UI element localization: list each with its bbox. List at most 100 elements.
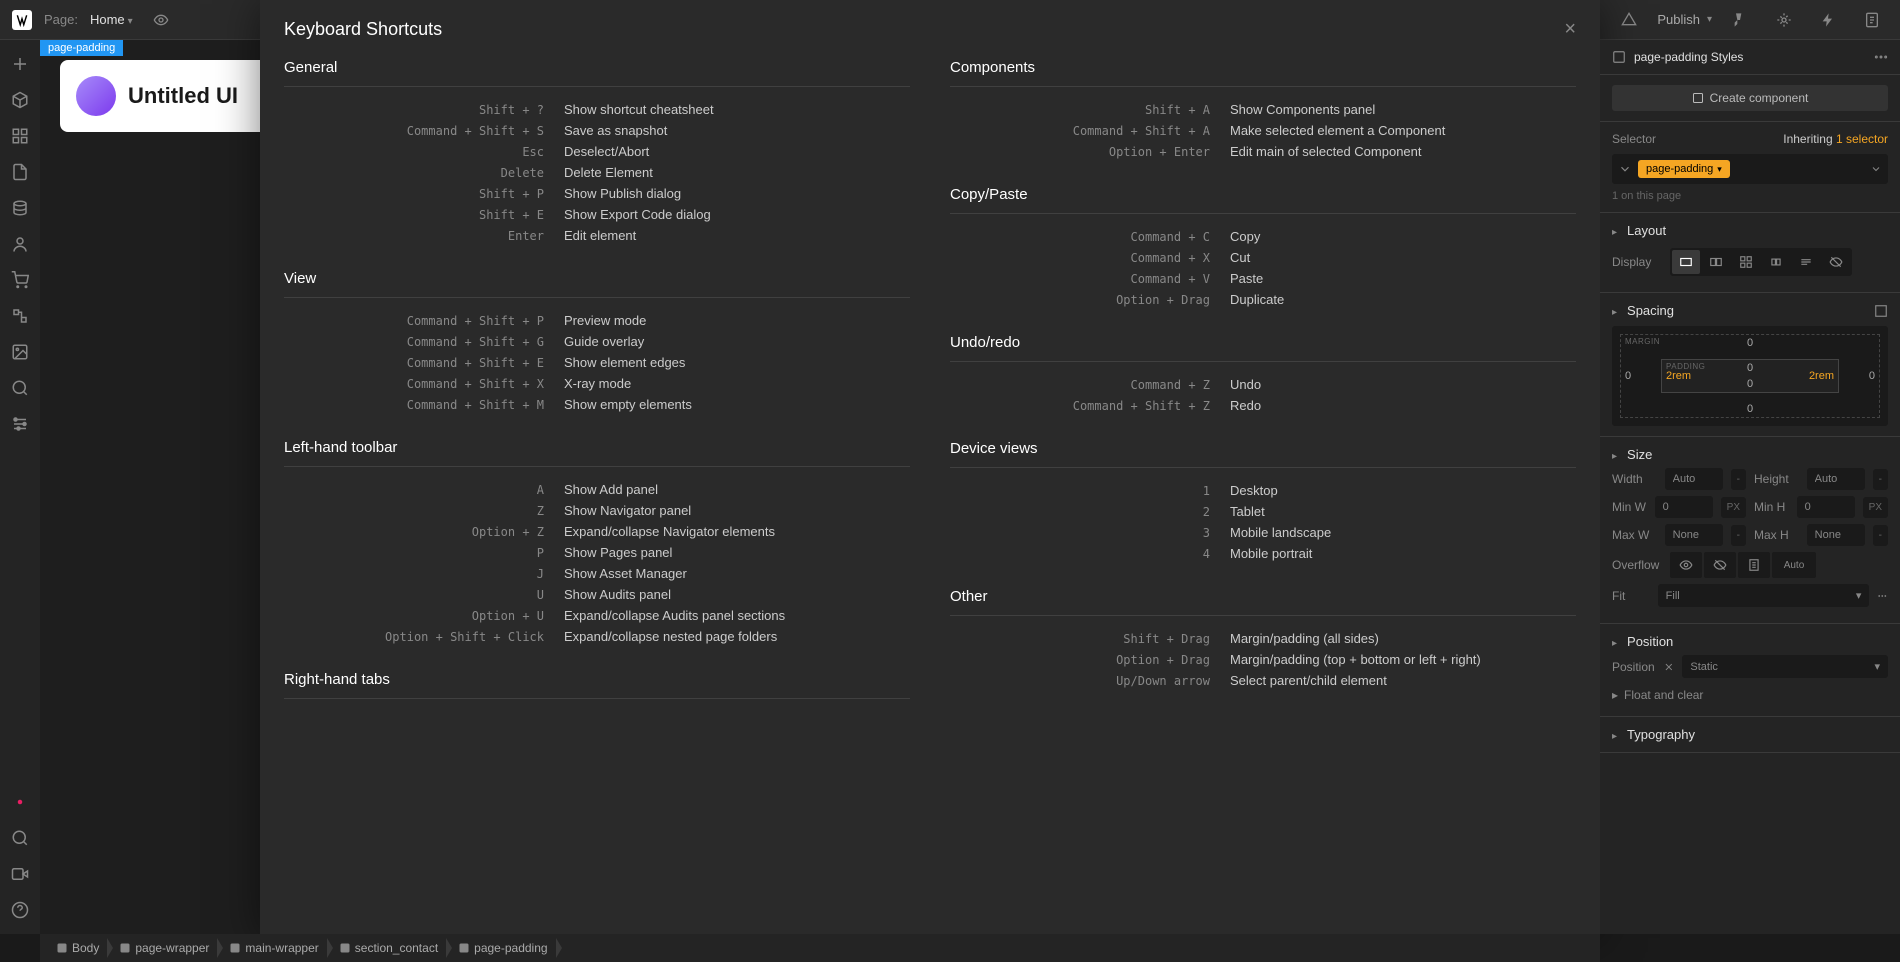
position-section-toggle[interactable]: Position bbox=[1612, 634, 1888, 649]
fit-more-icon[interactable] bbox=[1877, 589, 1888, 603]
navigator-icon[interactable] bbox=[4, 120, 36, 152]
assets-icon[interactable] bbox=[4, 336, 36, 368]
paint-icon[interactable] bbox=[1724, 4, 1756, 36]
overflow-auto-btn[interactable]: Auto bbox=[1772, 552, 1816, 578]
breadcrumb-item[interactable]: Body bbox=[48, 939, 107, 957]
chevron-down-icon[interactable] bbox=[1870, 163, 1882, 175]
minw-label: Min W bbox=[1612, 500, 1647, 514]
float-clear-toggle[interactable]: ▸Float and clear bbox=[1612, 684, 1888, 706]
position-select[interactable]: Static▾ bbox=[1682, 655, 1888, 678]
support-icon[interactable] bbox=[4, 894, 36, 926]
shortcut-keys: Command + Shift + G bbox=[284, 335, 564, 349]
selector-tag[interactable]: page-padding ▾ bbox=[1638, 160, 1730, 178]
shortcut-row: Option + EnterEdit main of selected Comp… bbox=[950, 141, 1576, 162]
height-input[interactable] bbox=[1807, 468, 1865, 490]
users-icon[interactable] bbox=[4, 228, 36, 260]
padding-top-val[interactable]: 0 bbox=[1747, 362, 1753, 374]
spacing-expand-icon[interactable] bbox=[1874, 304, 1888, 318]
typography-section-toggle[interactable]: Typography bbox=[1612, 727, 1888, 742]
selector-input[interactable]: page-padding ▾ bbox=[1612, 154, 1888, 184]
maxw-unit[interactable]: - bbox=[1731, 525, 1746, 546]
shortcut-description: Show Audits panel bbox=[564, 587, 671, 602]
shortcut-section: GeneralShift + ?Show shortcut cheatsheet… bbox=[284, 59, 910, 246]
create-component-button[interactable]: Create component bbox=[1612, 85, 1888, 111]
inheriting-text: Inheriting 1 selector bbox=[1783, 132, 1888, 146]
element-icon bbox=[229, 942, 241, 954]
padding-right-val[interactable]: 2rem bbox=[1809, 370, 1834, 382]
position-clear-icon[interactable] bbox=[1663, 659, 1675, 675]
maxw-input[interactable] bbox=[1665, 524, 1723, 546]
display-inline-block-btn[interactable] bbox=[1762, 250, 1790, 274]
logic-icon[interactable] bbox=[4, 300, 36, 332]
padding-left-val[interactable]: 2rem bbox=[1666, 370, 1691, 382]
staging-icon[interactable] bbox=[1613, 4, 1645, 36]
display-block-btn[interactable] bbox=[1672, 250, 1700, 274]
page-name-dropdown[interactable]: Home bbox=[90, 12, 133, 27]
minh-label: Min H bbox=[1754, 500, 1789, 514]
element-icon bbox=[458, 942, 470, 954]
publish-button[interactable]: Publish bbox=[1657, 12, 1712, 27]
preview-icon[interactable] bbox=[145, 4, 177, 36]
interactions-icon[interactable] bbox=[1812, 4, 1844, 36]
close-icon[interactable]: × bbox=[1564, 18, 1576, 41]
breadcrumb-item[interactable]: section_contact bbox=[331, 939, 446, 957]
margin-left-val[interactable]: 0 bbox=[1625, 370, 1631, 382]
shortcut-description: Expand/collapse nested page folders bbox=[564, 629, 777, 644]
padding-bottom-val[interactable]: 0 bbox=[1747, 378, 1753, 390]
minh-input[interactable] bbox=[1797, 496, 1855, 518]
display-none-btn[interactable] bbox=[1822, 250, 1850, 274]
spacing-section-toggle[interactable]: Spacing bbox=[1612, 303, 1674, 318]
ecommerce-icon[interactable] bbox=[4, 264, 36, 296]
overflow-hidden-btn[interactable] bbox=[1704, 552, 1736, 578]
pages-icon[interactable] bbox=[4, 156, 36, 188]
height-unit[interactable]: - bbox=[1873, 469, 1888, 490]
maxh-unit[interactable]: - bbox=[1873, 525, 1888, 546]
element-icon bbox=[339, 942, 351, 954]
shortcut-description: Margin/padding (top + bottom or left + r… bbox=[1230, 652, 1481, 667]
margin-bottom-val[interactable]: 0 bbox=[1747, 403, 1753, 415]
webflow-logo[interactable] bbox=[12, 10, 32, 30]
breadcrumb-item[interactable]: page-wrapper bbox=[111, 939, 217, 957]
display-inline-btn[interactable] bbox=[1792, 250, 1820, 274]
apps-icon[interactable] bbox=[4, 786, 36, 818]
width-input[interactable] bbox=[1665, 468, 1723, 490]
breadcrumb-item[interactable]: main-wrapper bbox=[221, 939, 326, 957]
minh-unit[interactable]: PX bbox=[1863, 497, 1888, 518]
shortcut-section: ViewCommand + Shift + PPreview modeComma… bbox=[284, 270, 910, 415]
overflow-visible-btn[interactable] bbox=[1670, 552, 1702, 578]
elements-icon[interactable] bbox=[4, 84, 36, 116]
audit-icon[interactable] bbox=[1856, 4, 1888, 36]
spacing-editor[interactable]: MARGIN 0 0 0 0 PADDING 0 0 2rem 2rem bbox=[1612, 326, 1888, 426]
margin-right-val[interactable]: 0 bbox=[1869, 370, 1875, 382]
breadcrumb-item[interactable]: page-padding bbox=[450, 939, 555, 957]
maxh-input[interactable] bbox=[1807, 524, 1865, 546]
display-flex-btn[interactable] bbox=[1702, 250, 1730, 274]
cms-icon[interactable] bbox=[4, 192, 36, 224]
minw-unit[interactable]: PX bbox=[1721, 497, 1746, 518]
margin-top-val[interactable]: 0 bbox=[1747, 337, 1753, 349]
maxh-label: Max H bbox=[1754, 528, 1799, 542]
shortcut-description: Desktop bbox=[1230, 483, 1278, 498]
shortcut-description: Margin/padding (all sides) bbox=[1230, 631, 1379, 646]
overflow-scroll-btn[interactable] bbox=[1738, 552, 1770, 578]
search-icon[interactable] bbox=[4, 372, 36, 404]
element-type-icon bbox=[1612, 50, 1626, 64]
minw-input[interactable] bbox=[1655, 496, 1713, 518]
shortcut-row: Shift + EShow Export Code dialog bbox=[284, 204, 910, 225]
video-icon[interactable] bbox=[4, 858, 36, 890]
display-grid-btn[interactable] bbox=[1732, 250, 1760, 274]
shortcut-section-title: Other bbox=[950, 588, 1576, 616]
settings-icon[interactable] bbox=[1768, 4, 1800, 36]
settings-panel-icon[interactable] bbox=[4, 408, 36, 440]
shortcut-row: Command + Shift + ZRedo bbox=[950, 395, 1576, 416]
size-section-toggle[interactable]: Size bbox=[1612, 447, 1888, 462]
add-icon[interactable] bbox=[4, 48, 36, 80]
fit-select[interactable]: Fill▾ bbox=[1658, 584, 1870, 607]
layout-section-toggle[interactable]: Layout bbox=[1612, 223, 1888, 238]
shortcut-keys: Enter bbox=[284, 229, 564, 243]
help-icon[interactable] bbox=[4, 822, 36, 854]
shortcut-keys: 1 bbox=[950, 484, 1230, 498]
width-unit[interactable]: - bbox=[1731, 469, 1746, 490]
more-icon[interactable] bbox=[1874, 50, 1888, 64]
shortcut-keys: Command + Shift + S bbox=[284, 124, 564, 138]
